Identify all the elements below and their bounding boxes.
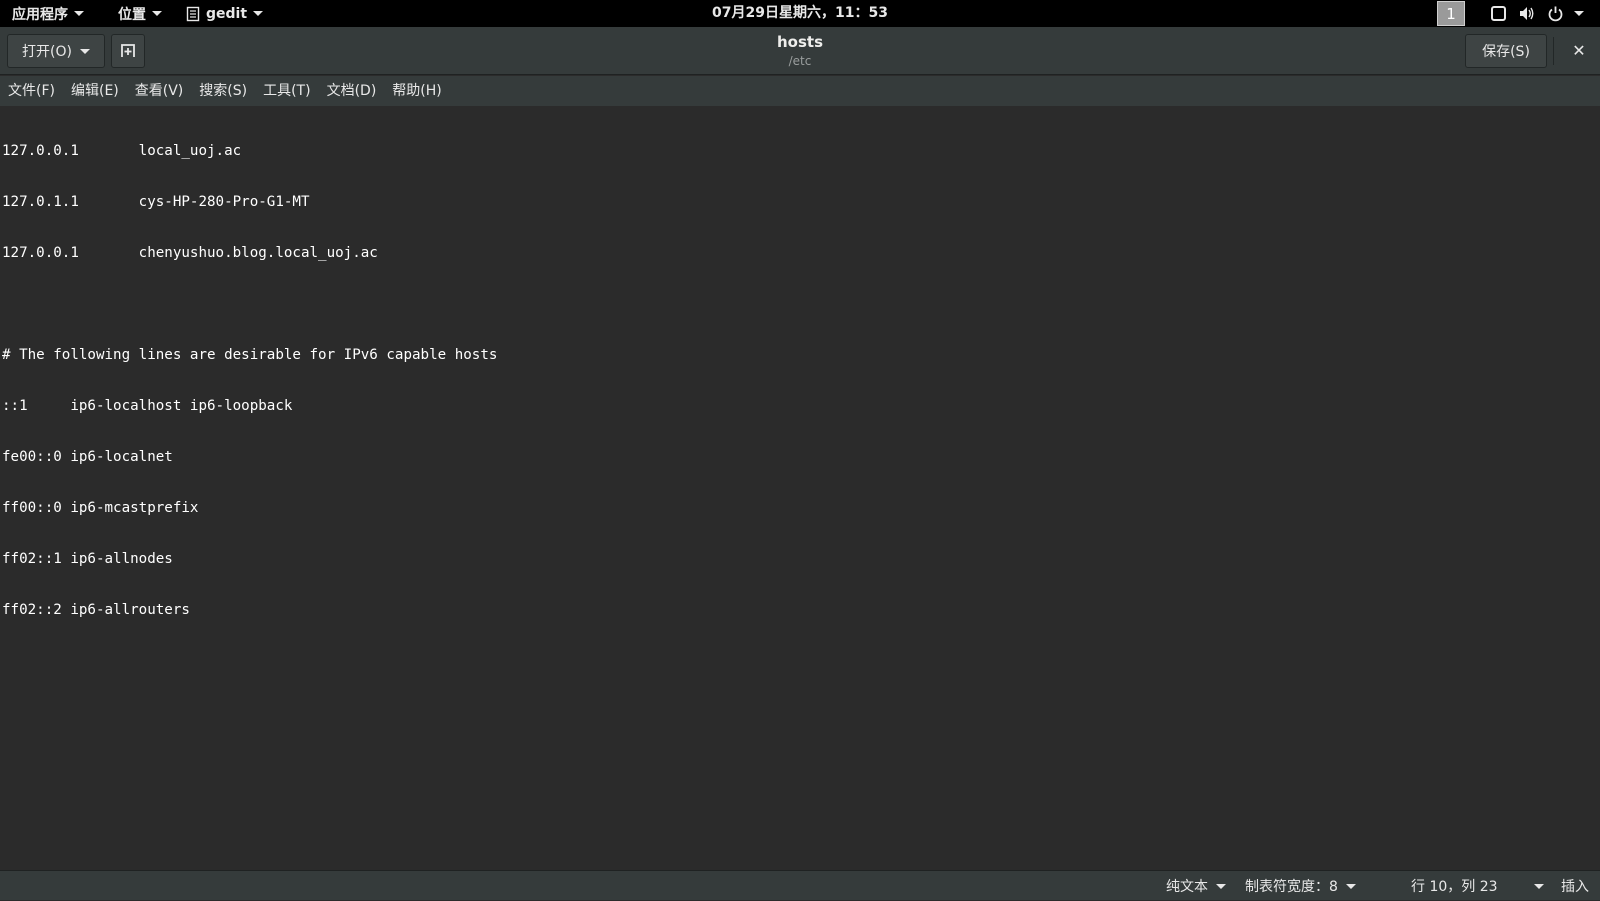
menu-documents[interactable]: 文档(D) bbox=[319, 76, 385, 106]
insert-mode-indicator[interactable]: 插入 bbox=[1561, 871, 1589, 901]
chevron-down-icon bbox=[79, 48, 90, 54]
clock[interactable]: 07月29日星期六，11：53 bbox=[712, 5, 888, 21]
cursor-position-selector[interactable]: 行 10，列 23 bbox=[1411, 871, 1544, 901]
screen-icon[interactable] bbox=[1490, 5, 1507, 22]
text-editor[interactable]: 127.0.0.1 local_uoj.ac 127.0.1.1 cys-HP-… bbox=[0, 106, 1600, 870]
chevron-down-icon bbox=[253, 11, 264, 16]
editor-line[interactable]: ff02::2 ip6-allrouters bbox=[2, 602, 1598, 619]
save-button-label: 保存(S) bbox=[1482, 44, 1530, 60]
chevron-down-icon bbox=[152, 11, 162, 16]
workspace-indicator[interactable]: 1 bbox=[1437, 1, 1465, 26]
places-menu[interactable]: 位置 bbox=[118, 0, 162, 27]
menu-edit[interactable]: 编辑(E) bbox=[63, 76, 127, 106]
applications-menu-label: 应用程序 bbox=[12, 6, 68, 23]
chevron-down-icon bbox=[74, 11, 84, 16]
menu-bar: 文件(F) 编辑(E) 查看(V) 搜索(S) 工具(T) 文档(D) 帮助(H… bbox=[0, 76, 1600, 106]
close-button[interactable]: ✕ bbox=[1567, 39, 1591, 63]
new-document-icon bbox=[121, 44, 135, 57]
power-icon[interactable] bbox=[1547, 5, 1564, 22]
tab-width-selector[interactable]: 制表符宽度：8 bbox=[1245, 871, 1356, 901]
new-tab-button[interactable] bbox=[111, 34, 145, 68]
language-selector[interactable]: 纯文本 bbox=[1166, 871, 1226, 901]
editor-line[interactable]: 127.0.0.1 local_uoj.ac bbox=[2, 143, 1598, 160]
editor-line[interactable]: 127.0.1.1 cys-HP-280-Pro-G1-MT bbox=[2, 194, 1598, 211]
header-bar: 打开(O) hosts /etc 保存(S) ✕ bbox=[0, 27, 1600, 75]
editor-line[interactable]: ff02::1 ip6-allnodes bbox=[2, 551, 1598, 568]
close-icon: ✕ bbox=[1572, 41, 1586, 60]
editor-line[interactable]: ::1 ip6-localhost ip6-loopback bbox=[2, 398, 1598, 415]
chevron-down-icon bbox=[1345, 883, 1356, 889]
system-menu-chevron-icon[interactable] bbox=[1574, 11, 1584, 16]
chevron-down-icon bbox=[1533, 883, 1544, 889]
editor-line[interactable]: fe00::0 ip6-localnet bbox=[2, 449, 1598, 466]
menu-tools[interactable]: 工具(T) bbox=[255, 76, 318, 106]
menu-view[interactable]: 查看(V) bbox=[127, 76, 192, 106]
editor-line[interactable] bbox=[2, 296, 1598, 313]
top-bar: 应用程序 位置 gedit 07月29日星期六，11：53 1 bbox=[0, 0, 1600, 27]
save-button[interactable]: 保存(S) bbox=[1465, 34, 1547, 68]
open-button[interactable]: 打开(O) bbox=[7, 34, 105, 68]
tab-width-label: 制表符宽度：8 bbox=[1245, 879, 1338, 895]
insert-mode-label: 插入 bbox=[1561, 879, 1589, 895]
editor-line[interactable]: 127.0.0.1 chenyushuo.blog.local_uoj.ac bbox=[2, 245, 1598, 262]
menu-help[interactable]: 帮助(H) bbox=[384, 76, 449, 106]
gedit-document-icon bbox=[186, 6, 200, 21]
status-bar: 纯文本 制表符宽度：8 行 10，列 23 插入 bbox=[0, 870, 1600, 900]
open-button-label: 打开(O) bbox=[22, 44, 72, 60]
applications-menu[interactable]: 应用程序 bbox=[12, 0, 84, 27]
cursor-position-label: 行 10，列 23 bbox=[1411, 879, 1498, 895]
language-label: 纯文本 bbox=[1166, 879, 1208, 895]
app-menu-label: gedit bbox=[206, 5, 248, 22]
header-separator bbox=[1553, 37, 1554, 65]
volume-icon[interactable] bbox=[1518, 5, 1535, 22]
editor-line[interactable]: # The following lines are desirable for … bbox=[2, 347, 1598, 364]
app-menu[interactable]: gedit bbox=[186, 0, 264, 27]
chevron-down-icon bbox=[1216, 883, 1226, 889]
menu-file[interactable]: 文件(F) bbox=[0, 76, 63, 106]
window-title: hosts bbox=[776, 33, 823, 51]
window-subtitle: /etc bbox=[788, 54, 812, 68]
places-menu-label: 位置 bbox=[118, 6, 146, 23]
editor-line[interactable]: ff00::0 ip6-mcastprefix bbox=[2, 500, 1598, 517]
menu-search[interactable]: 搜索(S) bbox=[191, 76, 255, 106]
